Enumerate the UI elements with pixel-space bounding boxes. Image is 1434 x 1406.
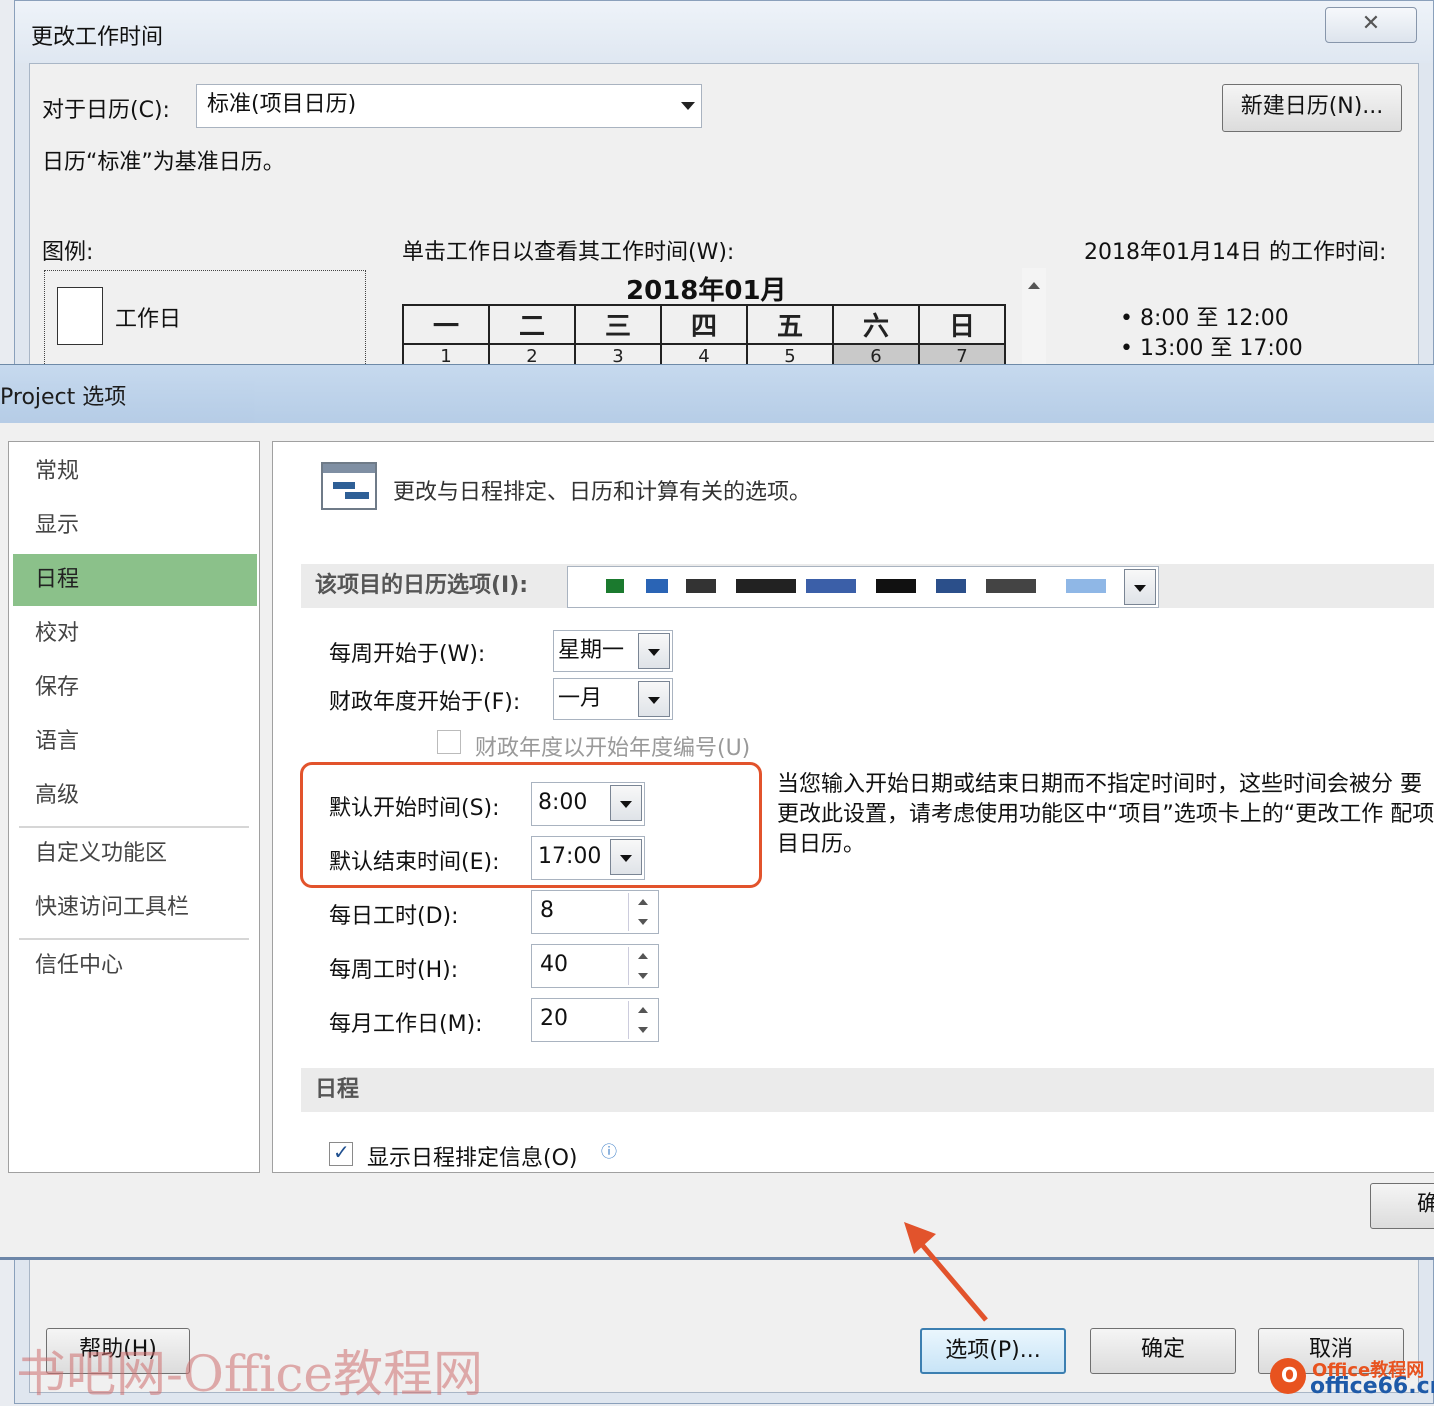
chevron-down-icon — [1124, 569, 1156, 605]
cwt-title: 更改工作时间 — [31, 25, 164, 50]
hours-per-day-label: 每日工时(D): — [329, 904, 459, 929]
nav-item-save[interactable]: 保存 — [9, 662, 257, 714]
show-schedule-info-checkbox[interactable] — [329, 1140, 353, 1166]
new-calendar-button[interactable]: 新建日历(N)... — [1222, 84, 1402, 132]
weekday-cell: 四 — [660, 304, 748, 345]
header-text: 更改与日程排定、日历和计算有关的选项。 — [393, 480, 812, 505]
week-starts-label: 每周开始于(W): — [329, 642, 486, 667]
default-time-note: 当您输入开始日期或结束日期而不指定时间时，这些时间会被分 要更改此设置，请考虑使… — [777, 772, 1434, 857]
month-title: 2018年01月 — [626, 276, 787, 306]
scroll-up-icon — [1028, 282, 1040, 289]
spin-down-icon — [638, 1027, 648, 1033]
office-logo-icon: O — [1270, 1358, 1306, 1394]
calendar-options-label: 该项目的日历选项(I): — [315, 573, 529, 598]
gantt-icon — [321, 462, 377, 510]
fiscal-numbering-label: 财政年度以开始年度编号(U) — [475, 736, 751, 761]
weekday-cell: 二 — [488, 304, 576, 345]
arrow-shaft — [916, 1238, 988, 1322]
nav-item-general[interactable]: 常规 — [9, 446, 257, 498]
calendar-label: 对于日历(C): — [42, 98, 170, 123]
arrow-icon — [904, 1222, 988, 1322]
working-time-item: • 8:00 至 12:00 — [1120, 306, 1289, 331]
chevron-down-icon — [638, 681, 670, 717]
weekday-cell: 五 — [746, 304, 834, 345]
spin-up-icon — [638, 899, 648, 905]
spin-down-icon — [638, 919, 648, 925]
spin-down-icon — [638, 973, 648, 979]
weekday-cell: 一 — [402, 304, 490, 345]
legend-workday: 工作日 — [115, 307, 182, 332]
calendar-select-value: 标准(项目日历) — [207, 92, 357, 117]
nav-item-trust-center[interactable]: 信任中心 — [9, 940, 257, 992]
fiscal-year-value: 一月 — [558, 686, 603, 711]
weekday-cell: 六 — [832, 304, 920, 345]
click-hint: 单击工作日以查看其工作时间(W): — [402, 240, 735, 265]
days-per-month-spinner[interactable]: 20 — [531, 998, 659, 1042]
spinner-buttons[interactable] — [628, 1001, 656, 1039]
hours-per-day-value: 8 — [540, 898, 554, 923]
logo-line2: office66.cn — [1310, 1374, 1434, 1399]
hours-per-day-spinner[interactable]: 8 — [531, 890, 659, 934]
spinner-buttons[interactable] — [628, 947, 656, 985]
watermark: 书吧网-Office教程网 — [16, 1345, 483, 1403]
nav-item-schedule[interactable]: 日程 — [13, 554, 257, 606]
redacted-project-name — [606, 575, 1126, 599]
close-icon: ✕ — [1361, 11, 1381, 36]
calendar-select[interactable]: 标准(项目日历) — [196, 84, 702, 128]
hours-per-week-label: 每周工时(H): — [329, 958, 459, 983]
weekday-cell: 三 — [574, 304, 662, 345]
spin-up-icon — [638, 1007, 648, 1013]
fiscal-year-label: 财政年度开始于(F): — [329, 690, 521, 715]
fiscal-year-select[interactable]: 一月 — [553, 678, 673, 720]
week-starts-select[interactable]: 星期一 — [553, 630, 673, 672]
highlight-box — [300, 762, 762, 888]
fiscal-numbering-checkbox[interactable] — [437, 730, 461, 754]
base-calendar-note: 日历“标准”为基准日历。 — [42, 150, 285, 175]
po-title: Project 选项 — [0, 385, 127, 410]
weekday-cell: 日 — [918, 304, 1006, 345]
nav-item-customize-ribbon[interactable]: 自定义功能区 — [9, 828, 257, 880]
hours-per-week-value: 40 — [540, 952, 568, 977]
nav-item-display[interactable]: 显示 — [9, 500, 257, 552]
chevron-down-icon — [638, 633, 670, 669]
hours-per-week-spinner[interactable]: 40 — [531, 944, 659, 988]
options-nav: 常规 显示 日程 校对 保存 语言 高级 自定义功能区 快速访问工具栏 信任中心 — [8, 441, 260, 1173]
po-titlebar: Project 选项 — [0, 365, 1434, 423]
schedule-section: 日程 — [301, 1068, 1434, 1112]
working-time-title: 2018年01月14日 的工作时间: — [1084, 240, 1387, 265]
nav-item-proofing[interactable]: 校对 — [9, 608, 257, 660]
working-time-item: • 13:00 至 17:00 — [1120, 336, 1303, 361]
spin-up-icon — [638, 953, 648, 959]
cwt-titlebar: 更改工作时间 ✕ — [15, 1, 1433, 63]
close-button[interactable]: ✕ — [1325, 7, 1417, 43]
week-starts-value: 星期一 — [558, 638, 625, 663]
options-button[interactable]: 选项(P)... — [920, 1328, 1066, 1374]
nav-item-advanced[interactable]: 高级 — [9, 770, 257, 822]
project-select[interactable] — [567, 566, 1159, 608]
nav-item-language[interactable]: 语言 — [9, 716, 257, 768]
show-schedule-info-label: 显示日程排定信息(O) — [367, 1146, 578, 1171]
month-calendar[interactable]: 一 二 三 四 五 六 日 1 2 3 4 5 6 7 — [402, 304, 1006, 369]
spinner-buttons[interactable] — [628, 893, 656, 931]
legend-label: 图例: — [42, 240, 94, 265]
arrow-head — [904, 1222, 936, 1254]
nav-item-quick-access[interactable]: 快速访问工具栏 — [9, 882, 257, 934]
weekday-row: 一 二 三 四 五 六 日 — [402, 304, 1006, 345]
ok-button[interactable]: 确定 — [1090, 1328, 1236, 1374]
calendar-scrollbar[interactable] — [1022, 268, 1046, 378]
workday-swatch — [57, 287, 103, 345]
info-icon: ⓘ — [601, 1142, 618, 1161]
days-per-month-label: 每月工作日(M): — [329, 1012, 483, 1037]
site-logo: O Office教程网 office66.cn — [1270, 1356, 1434, 1399]
chevron-down-icon — [681, 102, 695, 110]
options-ok-button[interactable]: 确 — [1370, 1183, 1434, 1229]
days-per-month-value: 20 — [540, 1006, 568, 1031]
